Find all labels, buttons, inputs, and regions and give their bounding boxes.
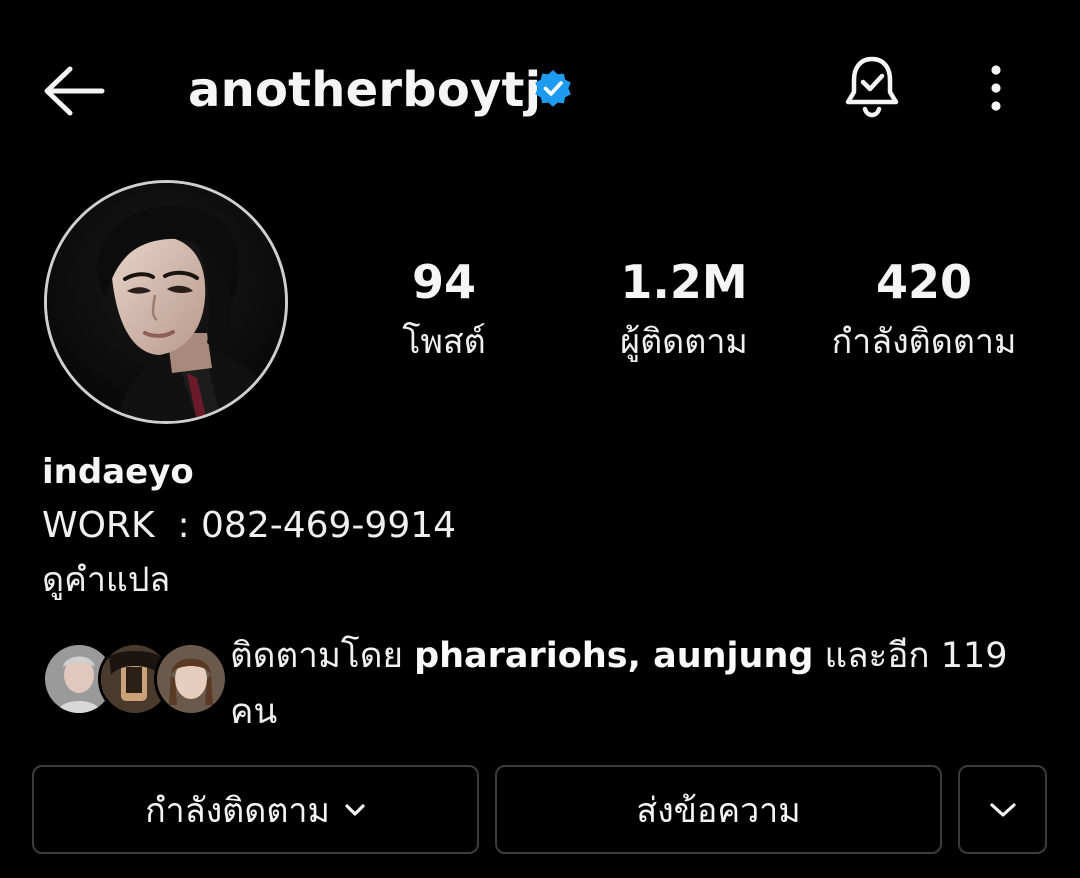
- verified-badge-icon: [533, 68, 573, 108]
- stat-posts-count: 94: [411, 255, 476, 309]
- profile-display-name: indaeyo: [42, 452, 194, 492]
- stat-following-count: 420: [875, 255, 973, 309]
- stat-followers-count: 1.2M: [620, 255, 748, 309]
- stat-posts-label: โพสต์: [402, 322, 486, 362]
- stat-followers-label: ผู้ติดตาม: [620, 322, 748, 362]
- followed-by-text[interactable]: ติดตามโดย pharariohs, aunjung และอีก 119…: [230, 628, 1030, 740]
- profile-bio-text: WORK : 082-469-9914: [42, 505, 457, 546]
- message-button[interactable]: ส่งข้อความ: [495, 765, 942, 854]
- stat-following-label: กำลังติดตาม: [831, 322, 1017, 362]
- arrow-left-icon: [44, 66, 105, 116]
- mutual-avatar: [154, 642, 228, 716]
- followed-by-prefix: ติดตามโดย: [230, 636, 415, 676]
- suggested-accounts-button[interactable]: [958, 765, 1047, 854]
- stat-following[interactable]: 420 กำลังติดตาม: [814, 254, 1034, 364]
- followed-by-users: pharariohs, aunjung: [414, 636, 814, 676]
- mutual-followers-avatars[interactable]: [42, 642, 228, 716]
- stat-posts[interactable]: 94 โพสต์: [374, 254, 514, 364]
- chevron-down-icon: [989, 802, 1016, 817]
- see-translation-link[interactable]: ดูคำแปล: [42, 556, 170, 604]
- message-button-label: ส่งข้อความ: [636, 790, 801, 831]
- more-vertical-icon: [991, 65, 1001, 111]
- stat-followers[interactable]: 1.2M ผู้ติดตาม: [594, 254, 774, 364]
- profile-avatar[interactable]: [44, 180, 288, 424]
- back-button[interactable]: [40, 62, 106, 120]
- profile-username: anotherboytj: [188, 62, 542, 118]
- following-button-label: กำลังติดตาม: [145, 790, 330, 831]
- chevron-down-icon: [345, 803, 365, 816]
- more-options-button[interactable]: [972, 60, 1020, 116]
- notifications-button[interactable]: [838, 52, 906, 122]
- following-button[interactable]: กำลังติดตาม: [32, 765, 479, 854]
- bell-check-icon: [845, 56, 899, 118]
- profile-photo: [47, 183, 285, 421]
